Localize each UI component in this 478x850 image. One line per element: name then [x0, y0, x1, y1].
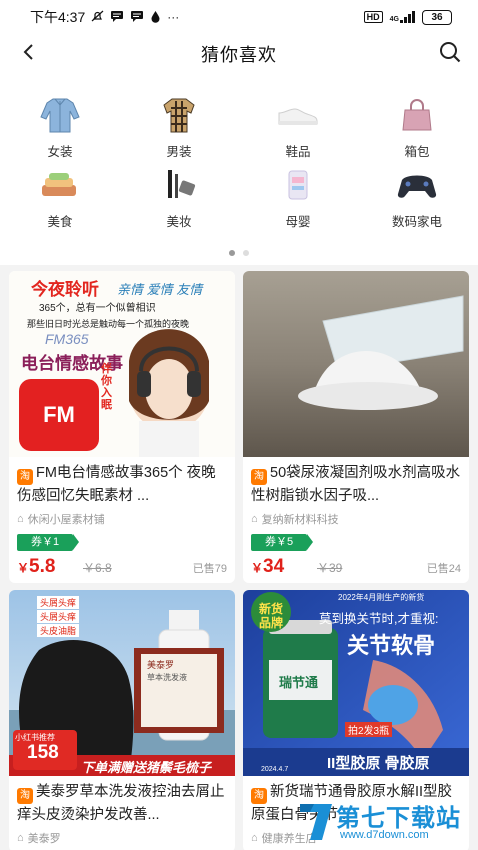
shirt-icon: [157, 95, 201, 135]
product-image: 2022年4月刚生产的新货 新货 品牌 莫到换关节时,才重视: 关节软骨 瑞节通…: [243, 590, 469, 776]
image-tag: 头皮油脂: [37, 624, 80, 637]
image-bottom-text: II型胶原 骨胶原: [327, 755, 430, 772]
shop-icon: ⌂: [251, 832, 258, 844]
box-label: 草本洗发液: [147, 673, 187, 682]
digital-icon: [395, 165, 439, 205]
page-title: 猜你喜欢: [201, 45, 277, 65]
food-icon: [38, 165, 82, 205]
search-icon: [440, 42, 461, 63]
category-baby[interactable]: 母婴: [248, 165, 348, 230]
baby-icon: [276, 165, 320, 205]
shop-icon: ⌂: [17, 832, 24, 844]
category-label: 女装: [47, 145, 73, 159]
category-womens-clothing[interactable]: 女装: [10, 95, 110, 160]
category-label: 母婴: [285, 215, 311, 229]
category-shoes[interactable]: 鞋品: [248, 95, 348, 160]
original-price: ￥39: [317, 561, 343, 575]
signal-icon: 4G: [390, 11, 415, 23]
status-bar: 下午4:37 ··· HD 4G 36: [0, 0, 478, 34]
category-label: 鞋品: [285, 145, 311, 159]
image-tag: 头屑头痒: [37, 596, 80, 609]
message-icon-2: [130, 10, 144, 24]
taobao-icon: 淘: [251, 469, 267, 485]
more-dots-icon: ···: [167, 10, 180, 24]
product-title: 淘 50袋尿液凝固剂吸水剂高吸水性树脂锁水因子吸...: [251, 465, 461, 504]
product-card[interactable]: 淘 50袋尿液凝固剂吸水剂高吸水性树脂锁水因子吸... ⌂ 复纳新材料科技 券￥5 …: [243, 271, 469, 583]
taobao-icon: 淘: [251, 788, 267, 804]
image-text-sub: 亲情 爱情 友情: [117, 282, 203, 297]
image-price: 158: [27, 742, 59, 763]
shop-name[interactable]: ⌂ 复纳新材料科技: [251, 511, 339, 527]
message-icon: [110, 10, 124, 24]
product-image: 头屑头痒 头屑头痒 头皮油脂 美泰罗 草本洗发液 小红书推荐 158 下单满赠送…: [9, 590, 235, 776]
sold-count: 已售79: [192, 563, 227, 575]
fm-logo: FM: [43, 402, 75, 427]
deal-tag: 拍2发3瓶: [345, 722, 393, 737]
image-text-fm365: FM365: [45, 331, 89, 347]
box-brand: 美泰罗: [147, 660, 175, 670]
shop-icon: ⌂: [17, 513, 24, 525]
image-text-line: 365个，总有一个似曾相识: [39, 303, 156, 314]
shop-name[interactable]: ⌂ 美泰罗: [17, 830, 61, 846]
nav-bar: 猜你喜欢: [0, 34, 478, 70]
product-card[interactable]: 头屑头痒 头屑头痒 头皮油脂 美泰罗 草本洗发液 小红书推荐 158 下单满赠送…: [9, 590, 235, 850]
price-row: ￥5.8 ￥6.8 已售79: [17, 556, 227, 578]
battery-icon: 36: [422, 9, 452, 25]
category-label: 男装: [166, 145, 192, 159]
date-text: 2024.4.7: [261, 766, 289, 773]
image-text-line: 那些旧日时光总是触动每一个孤独的夜晚: [27, 319, 190, 329]
mute-bell-icon: [91, 10, 104, 25]
makeup-icon: [157, 165, 201, 205]
handbag-icon: [395, 95, 439, 135]
category-label: 数码家电: [391, 215, 442, 229]
search-button[interactable]: [436, 38, 464, 66]
jacket-icon: [38, 95, 82, 135]
shoe-icon: [276, 95, 320, 135]
page-indicator: [0, 250, 478, 256]
price-row: ￥34 ￥39 已售24: [251, 556, 461, 578]
category-makeup[interactable]: 美妆: [129, 165, 229, 230]
image-badge: 品牌: [259, 616, 284, 630]
hd-indicator: HD: [363, 11, 383, 23]
sold-count: 已售24: [426, 563, 461, 575]
watermark-logo-icon: [300, 804, 332, 840]
image-text-side: 伴你入眠: [101, 363, 112, 411]
category-bags[interactable]: 箱包: [367, 95, 467, 160]
product-title: 淘 FM电台情感故事365个 夜晚伤感回忆失眠素材 ...: [17, 465, 216, 504]
product-image: 今夜聆听 亲情 爱情 友情 365个，总有一个似曾相识 那些旧日时光总是触动每一…: [9, 271, 235, 457]
product-title: 淘美泰罗草本洗发液控油去屑止痒头皮烫染护发改善...: [17, 784, 225, 823]
category-food[interactable]: 美食: [10, 165, 110, 230]
image-headline: 莫到换关节时,才重视:: [319, 612, 439, 626]
image-big-text: 关节软骨: [347, 633, 436, 658]
original-price: ￥6.8: [83, 561, 112, 575]
image-text-title: 今夜聆听: [31, 280, 99, 299]
category-label: 美妆: [166, 215, 192, 229]
coupon-badge: 券￥1: [17, 534, 80, 551]
status-time: 下午4:37: [30, 9, 86, 25]
product-image: [243, 271, 469, 457]
category-mens-clothing[interactable]: 男装: [129, 95, 229, 160]
taobao-icon: 淘: [17, 788, 33, 804]
price: ￥34: [251, 556, 285, 577]
product-card[interactable]: 今夜聆听 亲情 爱情 友情 365个，总有一个似曾相识 那些旧日时光总是触动每一…: [9, 271, 235, 583]
promo-banner: 下单满赠送猪鬃毛梳子: [81, 760, 212, 775]
shop-icon: ⌂: [251, 513, 258, 525]
price: ￥5.8: [17, 556, 56, 577]
taobao-icon: 淘: [17, 469, 33, 485]
page-dot: [243, 250, 249, 256]
drop-icon: [150, 10, 161, 25]
watermark-text: 第七下载站: [336, 805, 461, 832]
page-dot-active: [229, 250, 235, 256]
bottle-brand: 瑞节通: [279, 675, 319, 690]
site-watermark: 第七下载站 www.d7down.com: [296, 796, 476, 848]
coupon-badge: 券￥5: [251, 534, 314, 551]
category-label: 美食: [47, 215, 73, 229]
category-label: 箱包: [404, 145, 430, 159]
image-top-text: 2022年4月刚生产的新货: [338, 593, 425, 602]
image-tag: 头屑头痒: [37, 610, 80, 623]
watermark-url: www.d7down.com: [340, 829, 429, 841]
shop-name[interactable]: ⌂ 休闲小屋素材铺: [17, 511, 105, 527]
category-digital[interactable]: 数码家电: [367, 165, 467, 230]
